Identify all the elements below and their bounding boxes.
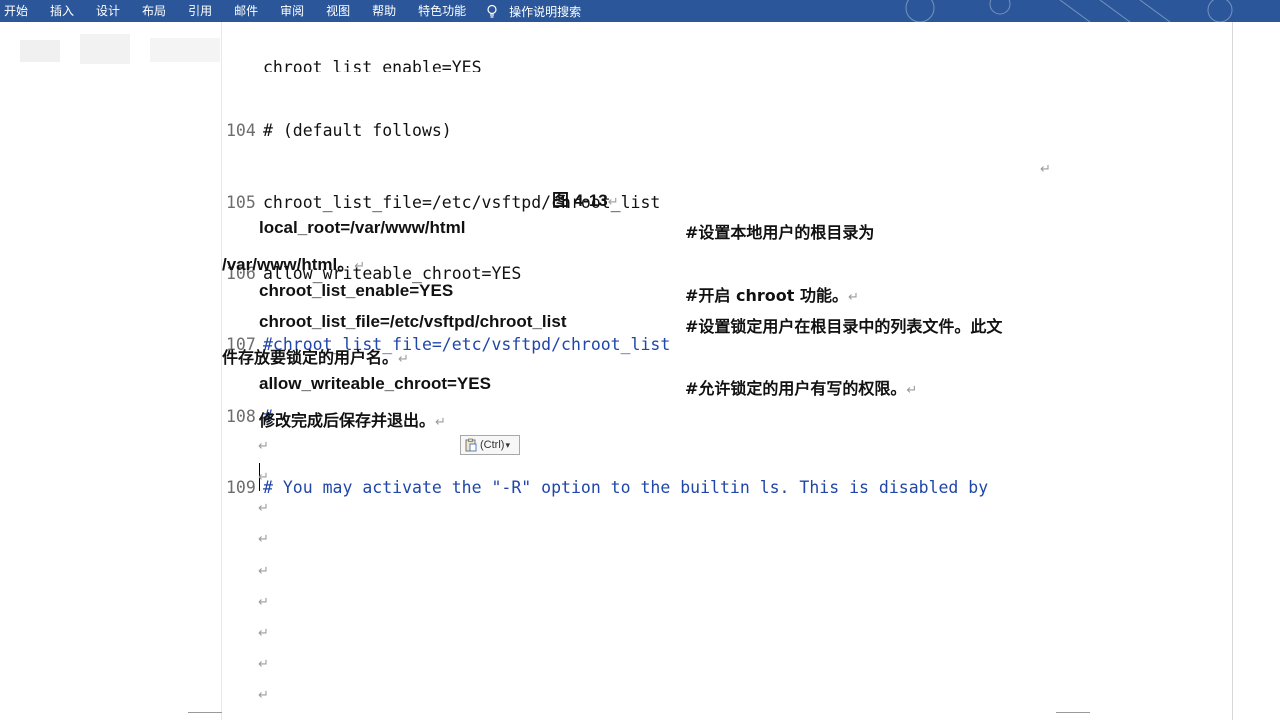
tab-references[interactable]: 引用 <box>177 0 223 22</box>
empty-paragraph-mark: ↵ <box>258 595 269 610</box>
faded-watermark <box>20 34 220 64</box>
line-number: 108 <box>226 406 256 426</box>
empty-paragraph-mark: ↵ <box>258 626 269 641</box>
code-line: 104 # (default follows) <box>226 119 988 143</box>
page-corner-mark-right <box>1056 712 1090 713</box>
paragraph-mark: ↵ <box>1040 162 1051 177</box>
figure-caption: 图 4-13↵ <box>552 186 619 211</box>
paste-options-label: (Ctrl) <box>480 439 505 451</box>
config-line-chroot-enable: chroot_list_enable=YES <box>259 281 453 301</box>
config-comment: #开启 chroot 功能。↵ <box>685 286 859 305</box>
config-comment: #设置本地用户的根目录为 <box>685 223 875 242</box>
config-comment: #设置锁定用户在根目录中的列表文件。此文 <box>685 317 1003 336</box>
page-corner-mark-left <box>188 712 222 713</box>
tab-view[interactable]: 视图 <box>315 0 361 22</box>
tab-mailings[interactable]: 邮件 <box>223 0 269 22</box>
paragraph-mark: ↵ <box>354 259 366 274</box>
line-number: 105 <box>226 192 256 212</box>
line-number: 104 <box>226 121 256 141</box>
paragraph-mark: ↵ <box>435 415 446 430</box>
config-code: allow_writeable_chroot=YES <box>259 374 491 393</box>
paragraph-mark: ↵ <box>398 352 409 367</box>
config-code: chroot_list_enable=YES <box>259 281 454 300</box>
code-line: 109 # You may activate the "-R" option t… <box>226 476 988 500</box>
page-left-edge <box>221 22 222 720</box>
code-text: # (default follows) <box>263 121 452 141</box>
paragraph-mark: ↵ <box>906 383 918 398</box>
tell-me-label: 操作说明搜索 <box>509 4 582 19</box>
code-line: chroot_list_enable=YES <box>263 57 482 72</box>
empty-paragraph-mark: ↵ <box>258 470 269 485</box>
tab-home[interactable]: 开始 <box>0 0 39 22</box>
paste-options-button[interactable]: (Ctrl) ▾ <box>460 435 520 455</box>
tab-review[interactable]: 审阅 <box>269 0 315 22</box>
ribbon-background-pattern <box>905 0 1233 22</box>
empty-paragraph-mark: ↵ <box>258 688 269 703</box>
config-line-chroot-list-file: chroot_list_file=/etc/vsftpd/chroot_list <box>259 312 567 332</box>
instruction-line: 修改完成后保存并退出。↵ <box>259 411 446 430</box>
paragraph-mark: ↵ <box>607 195 619 210</box>
empty-paragraph-mark: ↵ <box>258 501 269 516</box>
config-line-allow-writeable: allow_writeable_chroot=YES <box>259 374 491 394</box>
empty-paragraph-mark: ↵ <box>258 564 269 579</box>
config-line-continuation: 件存放要锁定的用户名。↵ <box>222 348 409 367</box>
config-line-local-root: local_root=/var/www/html <box>259 218 465 238</box>
empty-paragraph-mark: ↵ <box>258 532 269 547</box>
caption-text: 图 4-13 <box>552 191 608 210</box>
empty-paragraph-mark: ↵ <box>258 657 269 672</box>
tab-layout[interactable]: 布局 <box>131 0 177 22</box>
tab-insert[interactable]: 插入 <box>39 0 85 22</box>
paragraph-mark: ↵ <box>847 290 859 305</box>
ribbon-tab-bar: 开始 插入 设计 布局 引用 邮件 审阅 视图 帮助 特色功能 操作说明搜索 <box>0 0 1280 22</box>
config-line-continuation: /var/www/html。↵ <box>222 255 366 274</box>
tab-design[interactable]: 设计 <box>85 0 131 22</box>
lightbulb-icon <box>487 4 497 18</box>
config-comment: #允许锁定的用户有写的权限。↵ <box>685 379 918 398</box>
tab-help[interactable]: 帮助 <box>361 0 407 22</box>
chevron-down-icon: ▾ <box>505 439 510 450</box>
tab-special-features[interactable]: 特色功能 <box>407 0 477 22</box>
config-code: local_root=/var/www/html <box>259 218 466 237</box>
empty-paragraph-mark: ↵ <box>258 439 269 454</box>
tell-me-search[interactable]: 操作说明搜索 <box>485 3 581 20</box>
page-right-edge <box>1232 22 1233 720</box>
clipboard-icon <box>465 438 477 452</box>
config-code: chroot_list_file=/etc/vsftpd/chroot_list <box>259 312 567 331</box>
code-text: # You may activate the "-R" option to th… <box>263 478 989 498</box>
